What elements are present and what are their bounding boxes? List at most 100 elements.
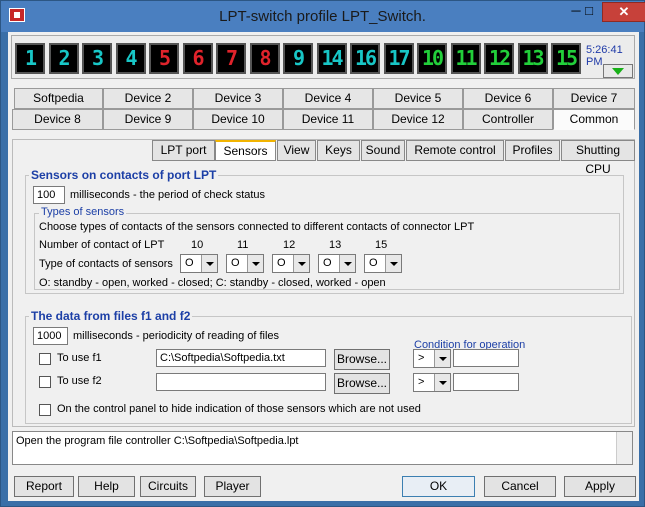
status-log: Open the program file controller C:\Soft… (12, 431, 633, 465)
f1-value-input[interactable] (453, 349, 519, 367)
app-window: LPT-switch profile LPT_Switch. ─ □ ✕ 5:2… (0, 0, 645, 507)
common-panel: LPT port Sensors View Keys Sound Remote … (12, 139, 635, 427)
subtab-remote-control[interactable]: Remote control (406, 140, 504, 161)
help-button[interactable]: Help (78, 476, 135, 497)
led-indicator: 10 (417, 43, 447, 74)
led-indicator: 2 (48, 43, 79, 74)
contact-number-11: 11 (237, 239, 249, 251)
subtab-view[interactable]: View (277, 140, 316, 161)
chevron-down-icon (385, 255, 401, 272)
sensor-types-title: Types of sensors (39, 206, 127, 218)
led-indicator: 1 (15, 43, 45, 74)
led-indicator: 5 (149, 43, 179, 74)
tab-device-5[interactable]: Device 5 (373, 88, 463, 109)
contact-number-12: 12 (283, 239, 296, 251)
tab-device-4[interactable]: Device 4 (283, 88, 373, 109)
title-bar: LPT-switch profile LPT_Switch. ─ □ ✕ (1, 1, 645, 32)
tab-common[interactable]: Common (553, 109, 635, 130)
tab-device-11[interactable]: Device 11 (283, 109, 373, 130)
use-f2-label: To use f2 (57, 375, 102, 387)
led-indicator: 17 (383, 43, 414, 74)
close-button[interactable]: ✕ (602, 2, 645, 22)
tab-device-2[interactable]: Device 2 (103, 88, 193, 109)
tab-device-6[interactable]: Device 6 (463, 88, 553, 109)
files-group-title: The data from files f1 and f2 (29, 309, 193, 323)
subtab-shutting-cpu[interactable]: Shutting CPU (561, 140, 635, 176)
client-area: 5:26:41 PM 1 2 3 4 5 6 7 8 9 14 16 17 10 11 12 13 15 Sof… (8, 32, 639, 501)
contact-type-select-10[interactable]: O (180, 254, 218, 273)
contact-type-select-13[interactable]: O (318, 254, 356, 273)
tab-controller[interactable]: Controller (463, 109, 553, 130)
read-period-input[interactable]: 1000 (33, 327, 68, 345)
report-button[interactable]: Report (14, 476, 74, 497)
led-indicator: 16 (350, 43, 380, 74)
tab-softpedia[interactable]: Softpedia (14, 88, 103, 109)
read-period-label: milliseconds - periodicity of reading of… (73, 330, 280, 342)
contact-number-15: 15 (375, 239, 388, 251)
subtab-profiles[interactable]: Profiles (505, 140, 560, 161)
cancel-button[interactable]: Cancel (484, 476, 556, 497)
f1-path-input[interactable]: C:\Softpedia\Softpedia.txt (156, 349, 326, 367)
tab-device-9[interactable]: Device 9 (103, 109, 193, 130)
subtab-sensors[interactable]: Sensors (215, 140, 276, 161)
use-f1-label: To use f1 (57, 352, 102, 364)
chevron-down-icon (434, 350, 450, 367)
player-button[interactable]: Player (204, 476, 261, 497)
led-indicator: 6 (182, 43, 213, 74)
contact-type-select-12[interactable]: O (272, 254, 310, 273)
contact-number-10: 10 (191, 239, 204, 251)
use-f1-checkbox[interactable] (39, 353, 51, 365)
use-f2-checkbox[interactable] (39, 376, 51, 388)
contact-type-select-15[interactable]: O (364, 254, 402, 273)
status-log-scrollbar[interactable] (616, 432, 632, 464)
tab-device-8[interactable]: Device 8 (12, 109, 103, 130)
f2-operator-select[interactable]: > (413, 373, 451, 392)
browse-f1-button[interactable]: Browse... (334, 349, 390, 370)
led-indicator-bar: 5:26:41 PM 1 2 3 4 5 6 7 8 9 14 16 17 10 11 12 13 15 (11, 35, 635, 79)
contact-number-label: Number of contact of LPT (39, 239, 165, 251)
browse-f2-button[interactable]: Browse... (334, 373, 390, 394)
hide-unused-checkbox[interactable] (39, 404, 51, 416)
led-indicator: 7 (216, 43, 246, 74)
contact-type-legend: O: standby - open, worked - closed; C: s… (39, 277, 386, 289)
check-period-label: milliseconds - the period of check statu… (70, 189, 266, 201)
tab-device-10[interactable]: Device 10 (193, 109, 283, 130)
subtab-sound[interactable]: Sound (361, 140, 405, 161)
subtab-lpt-port[interactable]: LPT port (152, 140, 215, 161)
ok-button[interactable]: OK (402, 476, 475, 497)
led-indicator: 4 (115, 43, 146, 74)
check-period-input[interactable]: 100 (33, 186, 65, 204)
circuits-button[interactable]: Circuits (140, 476, 196, 497)
chevron-down-icon (434, 374, 450, 391)
chevron-down-icon (293, 255, 309, 272)
f1-operator-select[interactable]: > (413, 349, 451, 368)
tab-device-3[interactable]: Device 3 (193, 88, 283, 109)
led-indicator: 12 (484, 43, 514, 74)
contact-type-select-11[interactable]: O (226, 254, 264, 273)
chevron-down-icon (247, 255, 263, 272)
led-indicator: 15 (551, 43, 581, 74)
status-log-text: Open the program file controller C:\Soft… (16, 435, 299, 447)
contact-type-label: Type of contacts of sensors (39, 258, 173, 270)
led-indicator: 3 (82, 43, 112, 74)
maximize-button[interactable]: □ (576, 2, 602, 22)
hide-unused-label: On the control panel to hide indication … (57, 403, 421, 415)
f2-value-input[interactable] (453, 373, 519, 391)
led-indicator: 11 (450, 43, 481, 74)
sensors-group-title: Sensors on contacts of port LPT (29, 168, 219, 182)
window-title: LPT-switch profile LPT_Switch. (219, 8, 426, 25)
subtab-keys[interactable]: Keys (317, 140, 360, 161)
sensor-types-description: Choose types of contacts of the sensors … (39, 221, 475, 233)
apply-button[interactable]: Apply (564, 476, 636, 497)
led-indicator: 9 (283, 43, 313, 74)
chevron-down-icon (339, 255, 355, 272)
tab-device-7[interactable]: Device 7 (553, 88, 635, 109)
led-indicator: 13 (517, 43, 548, 74)
led-indicator: 8 (249, 43, 280, 74)
led-indicator: 14 (316, 43, 347, 74)
expand-down-button[interactable] (603, 64, 633, 78)
tab-device-12[interactable]: Device 12 (373, 109, 463, 130)
f2-path-input[interactable] (156, 373, 326, 391)
contact-number-13: 13 (329, 239, 342, 251)
chevron-down-icon (201, 255, 217, 272)
